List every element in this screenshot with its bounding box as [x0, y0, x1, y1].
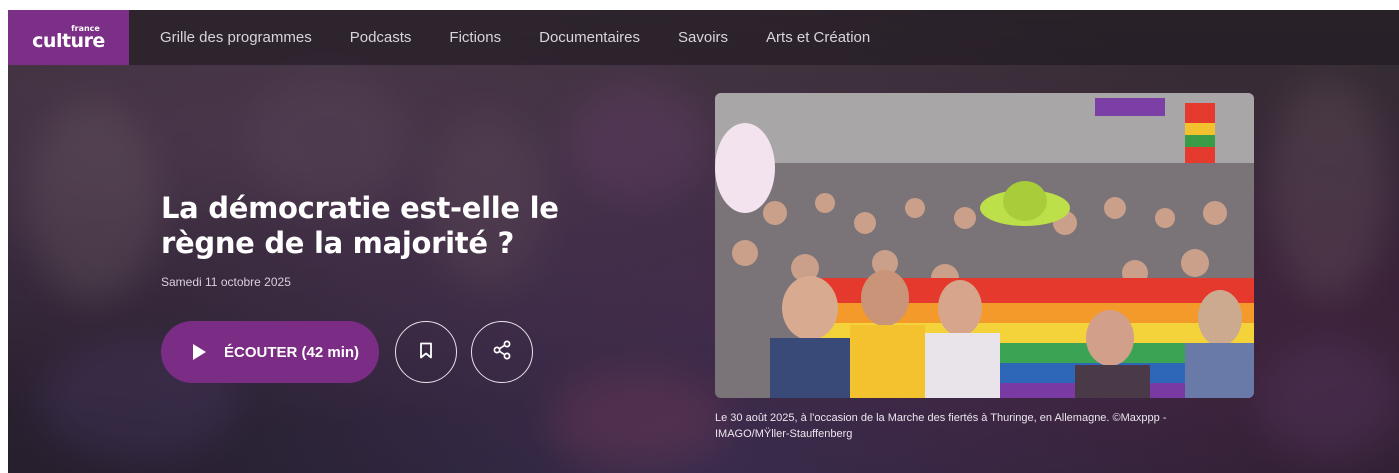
- top-navbar: france culture Grille des programmes Pod…: [8, 10, 1399, 65]
- page: france culture Grille des programmes Pod…: [8, 10, 1399, 473]
- bookmark-button[interactable]: [395, 321, 457, 383]
- nav-link-documentaires[interactable]: Documentaires: [539, 29, 640, 46]
- background-blur: [568, 80, 708, 200]
- background-blur: [548, 370, 728, 470]
- play-icon: [193, 344, 206, 360]
- episode-date: Samedi 11 octobre 2025: [161, 275, 291, 289]
- listen-button[interactable]: ÉCOUTER (42 min): [161, 321, 379, 383]
- bookmark-icon: [419, 342, 433, 363]
- episode-title: La démocratie est-elle le règne de la ma…: [161, 191, 559, 260]
- logo-big-text: culture: [32, 29, 105, 52]
- nav-link-podcasts[interactable]: Podcasts: [350, 29, 412, 46]
- nav-link-arts-creation[interactable]: Arts et Création: [766, 29, 870, 46]
- nav-link-fictions[interactable]: Fictions: [449, 29, 501, 46]
- share-button[interactable]: [471, 321, 533, 383]
- background-blur: [1258, 340, 1398, 460]
- france-culture-logo[interactable]: france culture: [8, 10, 129, 65]
- listen-button-label: ÉCOUTER (42 min): [224, 343, 360, 361]
- nav-links: Grille des programmes Podcasts Fictions …: [160, 29, 908, 46]
- nav-link-savoirs[interactable]: Savoirs: [678, 29, 728, 46]
- image-caption: Le 30 août 2025, à l'occasion de la Marc…: [715, 412, 1167, 440]
- background-blur: [28, 100, 158, 300]
- episode-image: [715, 93, 1254, 398]
- nav-link-grille[interactable]: Grille des programmes: [160, 29, 312, 46]
- background-blur: [248, 70, 408, 210]
- background-blur: [1268, 80, 1388, 300]
- pride-march-photo: [715, 93, 1254, 398]
- share-icon: [492, 340, 512, 364]
